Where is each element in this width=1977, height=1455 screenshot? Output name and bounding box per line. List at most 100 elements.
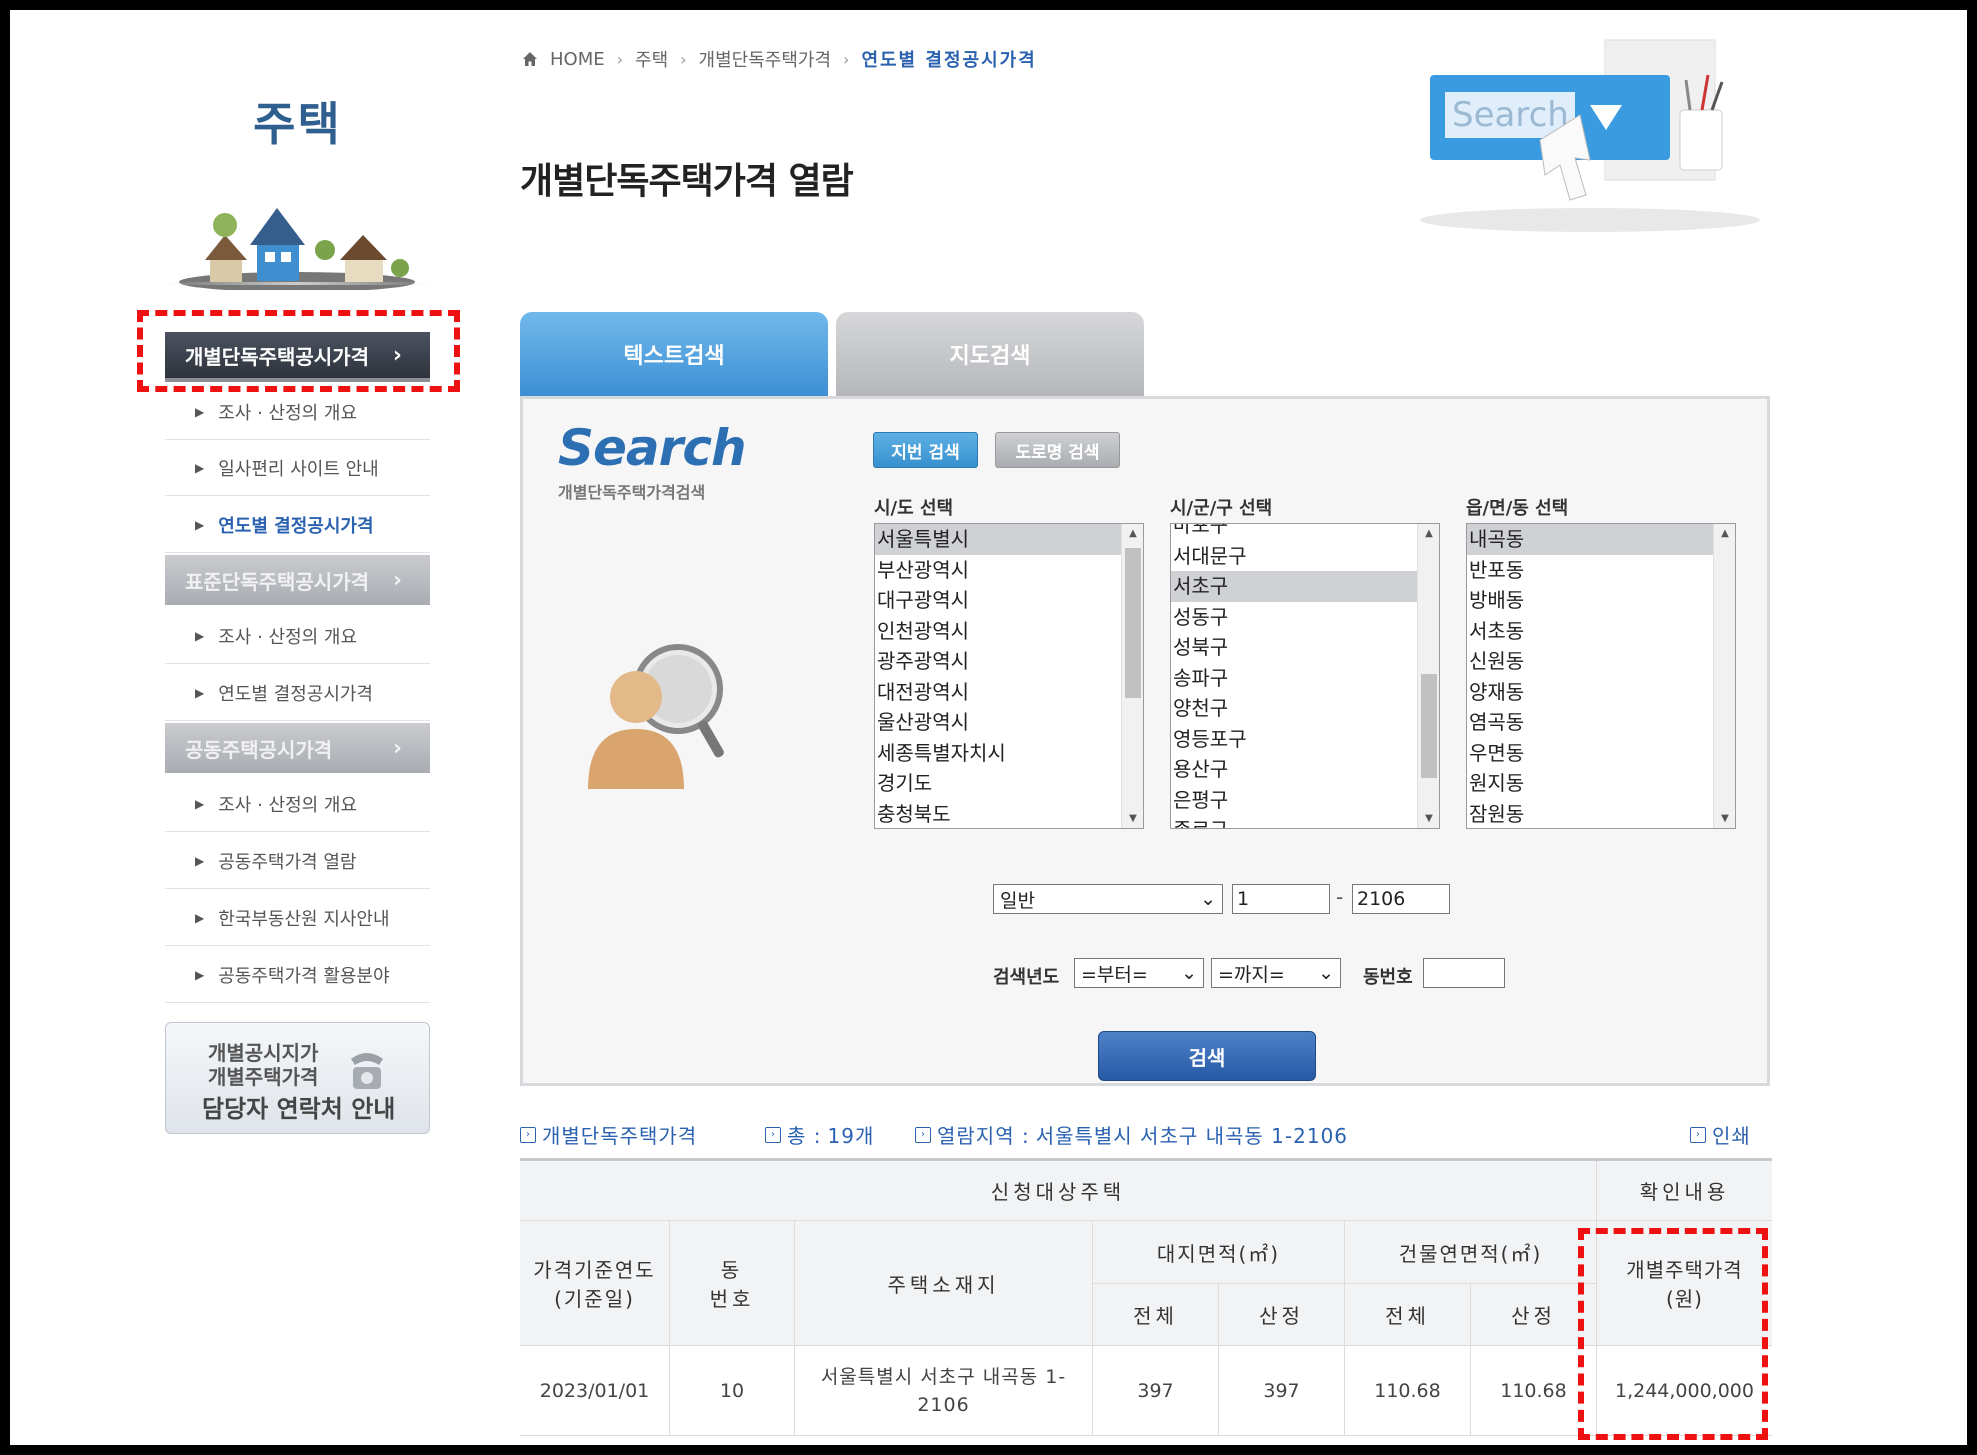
- scroll-up-icon[interactable]: ▲: [1418, 528, 1439, 539]
- search-logo-sub: 개별단독주택가격검색: [558, 483, 706, 502]
- sigungu-listbox[interactable]: 마포구 서대문구 서초구 성동구 성북구 송파구 양천구 영등포구 용산구 은평…: [1170, 523, 1440, 829]
- scrollbar[interactable]: ▲ ▼: [1417, 524, 1439, 828]
- phone-icon: [351, 1053, 383, 1089]
- houses-illustration: [179, 208, 415, 290]
- year-to-select[interactable]: =까지= ⌄: [1211, 958, 1341, 988]
- scrollbar[interactable]: ▲ ▼: [1713, 524, 1735, 828]
- list-option[interactable]: 내곡동: [1467, 524, 1735, 555]
- menu-apartment-price[interactable]: 공동주택공시가격 ›: [165, 723, 430, 773]
- submenu-label: 연도별 결정공시가격: [218, 683, 373, 705]
- search-hero-illustration: Search: [1420, 39, 1760, 232]
- col-header-land-area: 대지면적(㎡): [1093, 1221, 1345, 1284]
- scroll-up-icon[interactable]: ▲: [1714, 528, 1735, 539]
- chevron-down-icon: ⌄: [1200, 888, 1216, 910]
- scroll-down-icon[interactable]: ▼: [1122, 813, 1143, 824]
- list-option[interactable]: 종로구: [1171, 815, 1439, 828]
- submenu-survey-overview[interactable]: ▶ 조사 · 산정의 개요: [165, 608, 430, 664]
- scroll-down-icon[interactable]: ▼: [1714, 813, 1735, 824]
- breadcrumb-item[interactable]: 개별단독주택가격: [699, 46, 831, 72]
- submenu-ilsa-site[interactable]: ▶ 일사편리 사이트 안내: [165, 440, 430, 496]
- chevron-right-box-icon: ›: [1690, 1126, 1706, 1143]
- year-from-select[interactable]: =부터= ⌄: [1074, 958, 1204, 988]
- scroll-down-icon[interactable]: ▼: [1418, 813, 1439, 824]
- scroll-thumb[interactable]: [1125, 548, 1141, 698]
- list-option[interactable]: 은평구: [1171, 785, 1439, 816]
- sido-listbox[interactable]: 서울특별시 부산광역시 대구광역시 인천광역시 광주광역시 대전광역시 울산광역…: [874, 523, 1144, 829]
- list-option[interactable]: 울산광역시: [875, 707, 1143, 738]
- list-option[interactable]: 양천구: [1171, 693, 1439, 724]
- col-header-land-calc: 산정: [1219, 1284, 1345, 1346]
- list-option[interactable]: 경기도: [875, 768, 1143, 799]
- bonbun-input[interactable]: 1: [1232, 884, 1330, 914]
- chevron-right-box-icon: ›: [520, 1126, 536, 1143]
- land-type-select[interactable]: 일반 ⌄: [993, 884, 1223, 914]
- tab-text-search[interactable]: 텍스트검색: [520, 312, 828, 396]
- list-option[interactable]: 우면동: [1467, 738, 1735, 769]
- bullet-icon: ▶: [195, 517, 205, 532]
- scrollbar[interactable]: ▲ ▼: [1121, 524, 1143, 828]
- list-option[interactable]: 성북구: [1171, 632, 1439, 663]
- menu-standard-house-price[interactable]: 표준단독주택공시가격 ›: [165, 555, 430, 605]
- list-option[interactable]: 송파구: [1171, 663, 1439, 694]
- list-option[interactable]: 마포구: [1171, 524, 1439, 541]
- jibun-search-button[interactable]: 지번 검색: [873, 432, 978, 468]
- header-text: 가격기준연도: [533, 1258, 656, 1282]
- list-option[interactable]: 서울특별시: [875, 524, 1143, 555]
- result-table: 신청대상주택 확인내용 가격기준연도 (기준일) 동 번호 주택소재지 대지면적…: [520, 1158, 1772, 1436]
- breadcrumb-current: 연도별 결정공시가격: [861, 50, 1037, 71]
- submenu-label: 한국부동산원 지사안내: [218, 908, 390, 930]
- bubun-input[interactable]: 2106: [1352, 884, 1450, 914]
- list-option[interactable]: 서대문구: [1171, 541, 1439, 572]
- emd-listbox[interactable]: 내곡동 반포동 방배동 서초동 신원동 양재동 염곡동 우면동 원지동 잠원동 …: [1466, 523, 1736, 829]
- sidebar-title: 주택: [253, 97, 342, 151]
- breadcrumb-item[interactable]: 주택: [635, 46, 668, 72]
- list-option[interactable]: 성동구: [1171, 602, 1439, 633]
- list-option[interactable]: 대전광역시: [875, 677, 1143, 708]
- list-option[interactable]: 충청북도: [875, 799, 1143, 829]
- scroll-up-icon[interactable]: ▲: [1122, 528, 1143, 539]
- list-option[interactable]: 서초구: [1171, 571, 1439, 602]
- list-option[interactable]: 광주광역시: [875, 646, 1143, 677]
- contact-info-banner[interactable]: 개별공시지가 개별주택가격 담당자 연락처 안내: [165, 1022, 430, 1134]
- bullet-icon: ▶: [195, 796, 205, 811]
- submenu-survey-overview[interactable]: ▶ 조사 · 산정의 개요: [165, 776, 430, 832]
- submenu-usage-field[interactable]: ▶ 공동주택가격 활용분야: [165, 947, 430, 1003]
- breadcrumb: HOME › 주택 › 개별단독주택가격 › 연도별 결정공시가격: [522, 46, 1037, 72]
- cell-dong: 10: [670, 1346, 795, 1436]
- breadcrumb-home[interactable]: HOME: [550, 49, 605, 70]
- result-title: › 개별단독주택가격: [520, 1120, 697, 1149]
- road-name-search-button[interactable]: 도로명 검색: [995, 432, 1120, 468]
- list-option[interactable]: 염곡동: [1467, 707, 1735, 738]
- list-option[interactable]: 잠원동: [1467, 799, 1735, 829]
- dong-input[interactable]: [1423, 958, 1505, 988]
- list-option[interactable]: 부산광역시: [875, 555, 1143, 586]
- list-option[interactable]: 대구광역시: [875, 585, 1143, 616]
- chevron-right-icon: ›: [680, 49, 687, 69]
- submenu-yearly-price[interactable]: ▶ 연도별 결정공시가격: [165, 497, 430, 553]
- list-option[interactable]: 영등포구: [1171, 724, 1439, 755]
- list-option[interactable]: 방배동: [1467, 585, 1735, 616]
- submenu-survey-overview[interactable]: ▶ 조사 · 산정의 개요: [165, 384, 430, 440]
- list-option[interactable]: 서초동: [1467, 616, 1735, 647]
- submenu-apartment-view[interactable]: ▶ 공동주택가격 열람: [165, 833, 430, 889]
- total-value: 19개: [827, 1124, 875, 1148]
- list-option[interactable]: 인천광역시: [875, 616, 1143, 647]
- list-option[interactable]: 원지동: [1467, 768, 1735, 799]
- list-option[interactable]: 반포동: [1467, 555, 1735, 586]
- search-button[interactable]: 검색: [1098, 1031, 1316, 1081]
- region-label: 열람지역 :: [937, 1124, 1030, 1148]
- submenu-branch-info[interactable]: ▶ 한국부동산원 지사안내: [165, 890, 430, 946]
- list-option[interactable]: 양재동: [1467, 677, 1735, 708]
- scroll-thumb[interactable]: [1421, 674, 1437, 778]
- list-option[interactable]: 세종특별자치시: [875, 738, 1143, 769]
- tab-map-search[interactable]: 지도검색: [836, 312, 1144, 396]
- sidebar-divider: [165, 282, 430, 285]
- submenu-yearly-price[interactable]: ▶ 연도별 결정공시가격: [165, 665, 430, 721]
- list-option[interactable]: 신원동: [1467, 646, 1735, 677]
- bullet-icon: ▶: [195, 404, 205, 419]
- print-link[interactable]: › 인쇄: [1690, 1120, 1751, 1149]
- list-option[interactable]: 용산구: [1171, 754, 1439, 785]
- submenu-label: 조사 · 산정의 개요: [218, 626, 358, 648]
- col-header-dong: 동 번호: [670, 1221, 795, 1346]
- submenu-label: 일사편리 사이트 안내: [218, 458, 379, 480]
